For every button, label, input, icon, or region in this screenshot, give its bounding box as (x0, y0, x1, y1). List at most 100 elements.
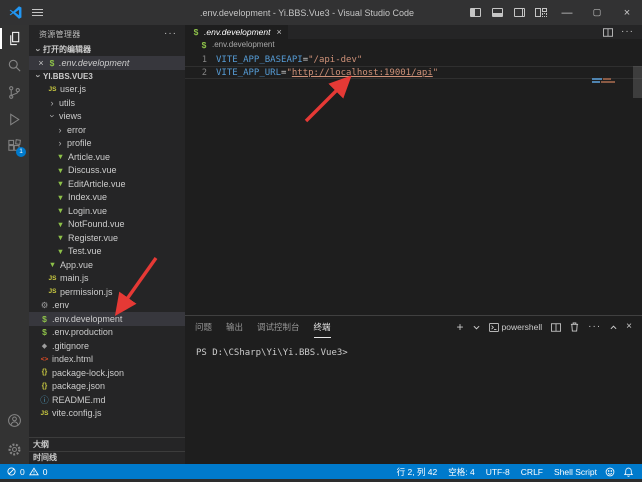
panel-tab[interactable]: 终端 (314, 316, 331, 338)
tree-item[interactable]: $ .env.development (29, 312, 185, 326)
tree-item[interactable]: ▼ Index.vue (29, 191, 185, 205)
maximize-button[interactable]: ▢ (582, 0, 612, 25)
file-type-icon: ▼ (55, 166, 66, 175)
kill-terminal-trash-icon[interactable] (570, 322, 579, 332)
panel-more-actions-icon[interactable]: ··· (588, 324, 601, 330)
file-type-icon: JS (47, 86, 58, 93)
tree-item[interactable]: ⓘ README.md (29, 393, 185, 407)
accounts-icon[interactable] (0, 407, 29, 434)
editor-more-actions-icon[interactable]: ··· (621, 29, 634, 35)
tree-item[interactable]: $ .env.production (29, 326, 185, 340)
status-bar: 0 0 行 2, 列 42 空格: 4 UTF-8 CRLF Shell Scr… (0, 464, 642, 479)
menu-icon[interactable] (32, 9, 43, 16)
tree-item[interactable]: error (29, 123, 185, 137)
toggle-secondary-sidebar-icon[interactable] (508, 0, 530, 25)
shell-file-icon (199, 40, 209, 50)
tree-item[interactable]: ⚙ .env (29, 299, 185, 313)
file-type-icon: {} (39, 383, 50, 390)
file-name: user.js (60, 84, 86, 94)
close-button[interactable]: × (612, 0, 642, 25)
new-terminal-icon[interactable]: + (457, 322, 464, 332)
status-item[interactable]: 行 2, 列 42 (397, 466, 438, 478)
tree-item[interactable]: ▼ Login.vue (29, 204, 185, 218)
toggle-panel-icon[interactable] (486, 0, 508, 25)
customize-layout-icon[interactable] (530, 0, 552, 25)
sidebar-more-actions-icon[interactable]: ··· (164, 31, 177, 37)
project-root-section[interactable]: YI.BBS.VUE3 (29, 70, 185, 83)
close-editor-icon[interactable]: × (35, 58, 47, 68)
warning-count[interactable]: 0 (43, 467, 48, 477)
file-type-icon: JS (47, 288, 58, 295)
code-area[interactable]: 1 VITE_APP_BASEAPI="/api-dev" 2 VITE_APP… (185, 50, 642, 79)
panel-tab[interactable]: 调试控制台 (257, 316, 300, 338)
url-link[interactable]: http://localhost:19001/api (292, 68, 433, 78)
status-item[interactable]: Shell Script (554, 467, 597, 477)
tree-item[interactable]: JS permission.js (29, 285, 185, 299)
tree-item[interactable]: ▼ Discuss.vue (29, 164, 185, 178)
tree-item[interactable]: ▼ Article.vue (29, 150, 185, 164)
tree-item[interactable]: profile (29, 137, 185, 151)
folder-chevron-icon (55, 138, 65, 148)
explorer-icon[interactable] (0, 25, 29, 52)
tree-item[interactable]: JS main.js (29, 272, 185, 286)
tree-item[interactable]: {} package-lock.json (29, 366, 185, 380)
tree-item[interactable]: {} package.json (29, 380, 185, 394)
tree-item[interactable]: views (29, 110, 185, 124)
tree-item[interactable]: utils (29, 96, 185, 110)
error-count[interactable]: 0 (20, 467, 25, 477)
file-type-icon: ▼ (55, 179, 66, 188)
tree-item[interactable]: ▼ App.vue (29, 258, 185, 272)
file-name: permission.js (60, 287, 113, 297)
maximize-panel-chevron-icon[interactable] (610, 325, 617, 330)
tree-item[interactable]: <> index.html (29, 353, 185, 367)
toggle-sidebar-icon[interactable] (464, 0, 486, 25)
source-control-icon[interactable] (0, 79, 29, 106)
open-editors-section[interactable]: 打开的编辑器 (29, 43, 185, 56)
file-name: index.html (52, 354, 93, 364)
extensions-badge: 1 (16, 147, 26, 157)
file-name: Login.vue (68, 206, 107, 216)
tab-env-development[interactable]: .env.development × (185, 25, 288, 39)
tab-close-icon[interactable]: × (276, 27, 281, 37)
status-item[interactable]: UTF-8 (486, 467, 510, 477)
close-panel-icon[interactable]: × (626, 322, 632, 332)
tree-item[interactable]: ◆ .gitignore (29, 339, 185, 353)
run-and-debug-icon[interactable] (0, 106, 29, 133)
extensions-icon[interactable]: 1 (0, 133, 29, 160)
tree-item[interactable]: ▼ NotFound.vue (29, 218, 185, 232)
file-type-icon: <> (39, 356, 50, 363)
terminal-content[interactable]: PS D:\CSharp\Yi\Yi.BBS.Vue3> (185, 338, 642, 358)
tree-item[interactable]: ▼ Test.vue (29, 245, 185, 259)
window-title: .env.development - Yi.BBS.Vue3 - Visual … (150, 8, 464, 18)
file-name: Test.vue (68, 246, 102, 256)
editor-scrollbar[interactable] (633, 66, 642, 126)
notifications-bell-icon[interactable] (624, 467, 633, 477)
tree-item[interactable]: ▼ EditArticle.vue (29, 177, 185, 191)
split-terminal-icon[interactable] (551, 323, 561, 332)
feedback-smiley-icon[interactable] (605, 467, 615, 477)
terminal-instance[interactable]: powershell (489, 322, 543, 332)
search-icon[interactable] (0, 52, 29, 79)
shell-file-icon (47, 58, 57, 68)
file-name: views (59, 111, 82, 121)
terminal-dropdown-chevron-icon[interactable] (473, 325, 480, 330)
terminal-prompt: PS D:\CSharp\Yi\Yi.BBS.Vue3> (196, 348, 348, 358)
panel-tab[interactable]: 输出 (226, 316, 243, 338)
collapsed-section[interactable]: 时间线 (29, 451, 185, 465)
panel-tab[interactable]: 问题 (195, 316, 212, 338)
minimize-button[interactable]: — (552, 0, 582, 25)
open-editors-label: 打开的编辑器 (43, 44, 91, 55)
status-item[interactable]: CRLF (521, 467, 543, 477)
file-name: profile (67, 138, 92, 148)
status-item[interactable]: 空格: 4 (448, 466, 474, 478)
tree-item[interactable]: JS vite.config.js (29, 407, 185, 421)
collapsed-section[interactable]: 大纲 (29, 437, 185, 451)
tree-item[interactable]: JS user.js (29, 83, 185, 97)
open-editor-item[interactable]: × .env.development (29, 56, 185, 70)
chevron-down-icon (33, 45, 43, 55)
tree-item[interactable]: ▼ Register.vue (29, 231, 185, 245)
breadcrumb[interactable]: .env.development (185, 39, 642, 50)
settings-gear-icon[interactable] (0, 434, 29, 464)
split-editor-icon[interactable] (603, 28, 613, 37)
file-name: package.json (52, 381, 105, 391)
